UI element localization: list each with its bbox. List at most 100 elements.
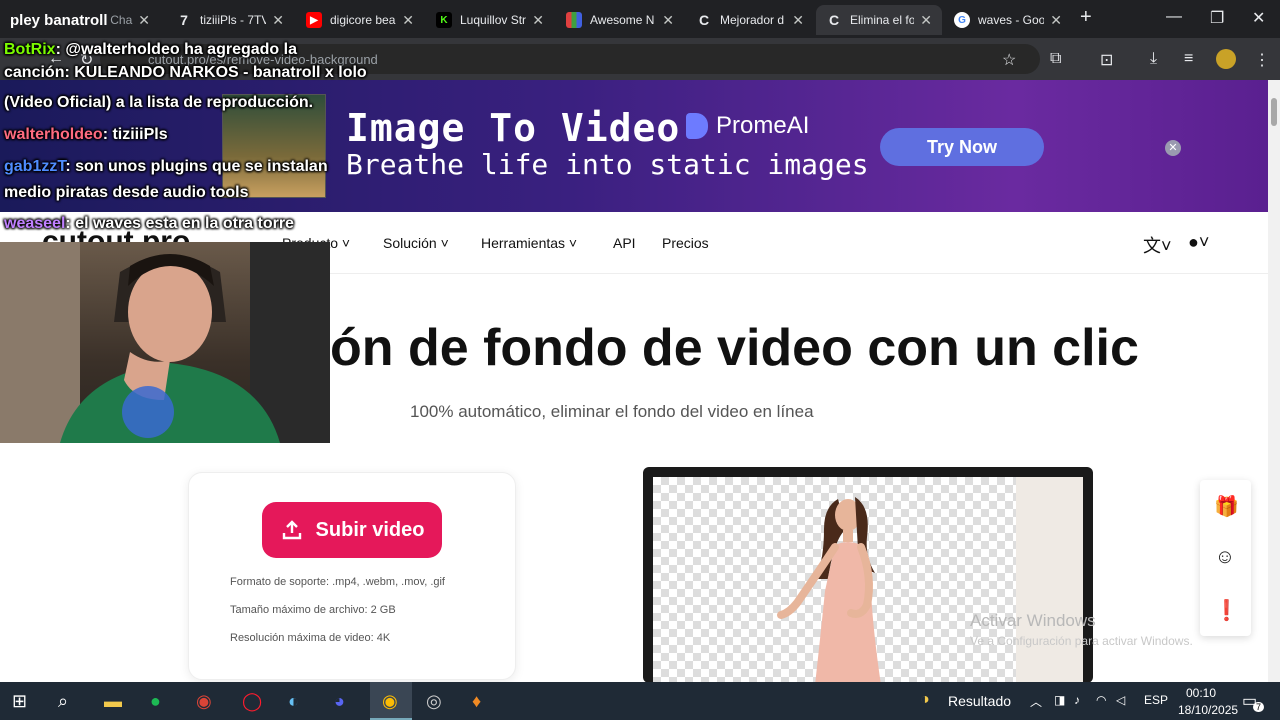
minimize-icon[interactable]: — xyxy=(1166,8,1182,26)
woman-figure xyxy=(777,497,881,683)
promeai-logo-icon xyxy=(686,113,708,139)
wifi-icon[interactable]: ◠ xyxy=(1096,693,1106,707)
support-icon[interactable]: ☺ xyxy=(1214,546,1236,569)
chrome-icon[interactable]: ◉ xyxy=(196,691,212,712)
upload-video-button[interactable]: Subir video xyxy=(262,502,442,558)
language-icon[interactable]: 文˅ xyxy=(1143,232,1172,258)
chat-text: : @walterholdeo ha agregado la xyxy=(55,41,297,58)
tab-label: pley banatroll xyxy=(10,11,108,29)
youtube-icon: ▶ xyxy=(306,12,322,28)
side-widget: 🎁 ☺ ❗ xyxy=(1200,480,1251,636)
hero-title: ón de fondo de video con un clic xyxy=(330,319,1139,377)
tab-2[interactable]: 7 tiziiiPls - 7TV ✕ xyxy=(166,5,294,35)
tab-4[interactable]: K Luquillov Str ✕ xyxy=(426,5,554,35)
close-tab-icon[interactable]: ✕ xyxy=(402,12,414,29)
kick-icon: K xyxy=(436,12,452,28)
7tv-icon: 7 xyxy=(180,12,188,28)
google-icon: G xyxy=(954,12,970,28)
tab-3[interactable]: ▶ digicore bea ✕ xyxy=(296,5,424,35)
weather-icon: ◑ xyxy=(920,691,930,708)
windows-start-icon[interactable]: ⊞ xyxy=(12,691,27,712)
windows-taskbar: ⊞ ⌕ ▬ ● ◉ ◯ ◐ ◕ ◉ ◎ ♦ ◑ Resultado ︿ ◨ ♪ … xyxy=(0,682,1280,720)
nav-precios[interactable]: Precios xyxy=(662,235,709,251)
ad-cta-button[interactable]: Try Now xyxy=(880,128,1044,166)
chat-message: canción: KULEANDO NARKOS - banatroll x l… xyxy=(4,63,367,83)
clock-date[interactable]: 18/10/2025 xyxy=(1178,703,1238,717)
tray-chevron-icon[interactable]: ︿ xyxy=(1030,693,1042,710)
chat-username: weaseel xyxy=(4,215,66,232)
close-tab-icon[interactable]: ✕ xyxy=(920,12,932,29)
close-window-icon[interactable]: ✕ xyxy=(1252,8,1265,28)
preview-video xyxy=(653,477,1083,683)
media-icon[interactable]: ≡ xyxy=(1184,50,1193,68)
feedback-icon[interactable]: ❗ xyxy=(1214,598,1239,623)
ad-close-icon[interactable]: ✕ xyxy=(1165,140,1181,156)
menu-icon[interactable]: ⋮ xyxy=(1254,50,1270,70)
chat-text: medio piratas desde audio tools xyxy=(4,184,249,201)
clock-time[interactable]: 00:10 xyxy=(1186,686,1216,700)
tab-8[interactable]: G waves - Goo ✕ xyxy=(944,5,1072,35)
user-icon[interactable]: ●˅ xyxy=(1188,232,1209,253)
chrome-window-icon[interactable]: ◉ xyxy=(382,691,398,712)
webcam-overlay xyxy=(0,242,330,443)
spec-resolution: Resolución máxima de video: 4K xyxy=(230,632,391,644)
page-scrollbar[interactable] xyxy=(1268,80,1280,682)
close-tab-icon[interactable]: ✕ xyxy=(792,12,804,29)
gift-icon[interactable]: 🎁 xyxy=(1214,494,1239,519)
file-explorer-icon[interactable]: ▬ xyxy=(104,691,122,712)
tab-6[interactable]: C Mejorador d ✕ xyxy=(686,5,814,35)
discord-icon[interactable]: ◕ xyxy=(334,691,345,712)
weather-text[interactable]: Resultado xyxy=(948,693,1011,709)
chat-username: walterholdeo xyxy=(4,126,103,143)
scrollbar-thumb[interactable] xyxy=(1271,98,1277,126)
tab-label: Luquillov Str xyxy=(460,13,527,27)
chat-message: gab1zzT: son unos plugins que se instala… xyxy=(4,157,328,177)
close-tab-icon[interactable]: ✕ xyxy=(532,12,544,29)
cutout-icon: C xyxy=(828,12,840,28)
fl-studio-icon[interactable]: ♦ xyxy=(472,691,481,712)
chat-text: canción: KULEANDO NARKOS - banatroll x l… xyxy=(4,64,367,81)
close-tab-icon[interactable]: ✕ xyxy=(1050,12,1062,29)
nav-api[interactable]: API xyxy=(613,235,636,251)
close-tab-icon[interactable]: ✕ xyxy=(662,12,674,29)
new-tab-button[interactable]: + xyxy=(1080,6,1092,29)
screenshot-icon[interactable]: ⊡ xyxy=(1100,50,1113,70)
tab-label: waves - Goo xyxy=(978,13,1045,27)
streamer-figure xyxy=(0,242,330,443)
close-tab-icon[interactable]: ✕ xyxy=(138,12,150,29)
preview-background-wall xyxy=(1016,477,1083,683)
spotify-icon[interactable]: ● xyxy=(150,691,161,712)
tab-label: Awesome N xyxy=(590,13,655,27)
volume-icon[interactable]: ◁ xyxy=(1116,693,1125,707)
download-icon[interactable]: ⤓ xyxy=(1150,50,1157,68)
extensions-icon[interactable]: ⧉ xyxy=(1050,50,1061,68)
microphone-icon[interactable]: ♪ xyxy=(1074,693,1080,707)
search-icon[interactable]: ⌕ xyxy=(58,691,68,712)
chat-username: BotRix xyxy=(4,41,56,58)
chat-message: medio piratas desde audio tools xyxy=(4,183,249,203)
language-indicator[interactable]: ESP xyxy=(1144,693,1168,707)
opera-icon[interactable]: ◯ xyxy=(242,691,262,712)
nav-herramientas[interactable]: Herramientas ˅ xyxy=(481,235,577,251)
tab-1[interactable]: pley banatroll Cha ✕ xyxy=(0,5,160,35)
nav-solucion[interactable]: Solución ˅ xyxy=(383,235,449,251)
close-tab-icon[interactable]: ✕ xyxy=(272,12,284,29)
tab-label: Mejorador d xyxy=(720,13,785,27)
tray-camera-icon[interactable]: ◨ xyxy=(1054,693,1065,707)
tab-label: digicore bea xyxy=(330,13,396,27)
upload-icon xyxy=(282,520,301,540)
tab-label: Elimina el fo xyxy=(850,13,915,27)
chat-username: gab1zzT xyxy=(4,158,66,175)
tab-7-active[interactable]: C Elimina el fo ✕ xyxy=(816,5,942,35)
spec-size: Tamaño máximo de archivo: 2 GB xyxy=(230,604,396,616)
tab-5[interactable]: Awesome N ✕ xyxy=(556,5,684,35)
profile-avatar[interactable] xyxy=(1216,49,1236,69)
chat-message: (Video Oficial) a la lista de reproducci… xyxy=(4,93,313,113)
ad-brand-name: PromeAI xyxy=(716,112,810,139)
obs-icon[interactable]: ◎ xyxy=(426,691,442,712)
steam-icon[interactable]: ◐ xyxy=(288,691,299,712)
notification-badge: 7 xyxy=(1253,702,1265,712)
nav-label: Solución xyxy=(383,235,437,251)
bookmark-star-icon[interactable]: ☆ xyxy=(1002,50,1016,70)
restore-icon[interactable]: ❐ xyxy=(1210,8,1224,28)
